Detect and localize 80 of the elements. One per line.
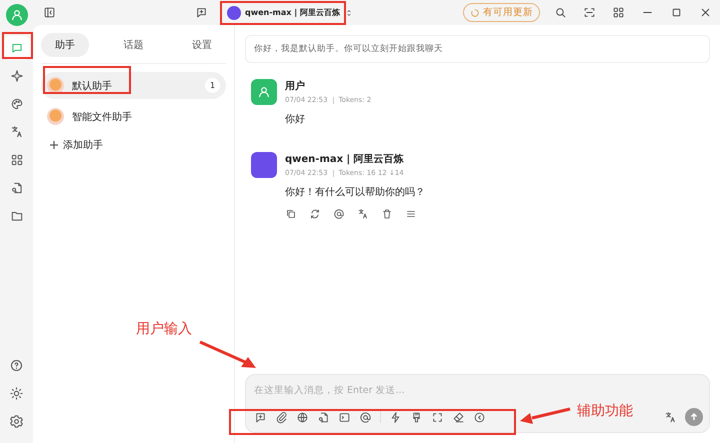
- assistant-item[interactable]: 默认助手 1: [41, 72, 226, 99]
- paperclip-icon: [275, 410, 288, 424]
- spinner-icon: [470, 8, 480, 18]
- highlight-frame: [2, 32, 33, 59]
- user-avatar: [251, 79, 277, 105]
- model-avatar: [251, 152, 277, 178]
- file-search-icon: [317, 410, 330, 424]
- expand-icon: [431, 410, 444, 424]
- file-search-icon: [10, 181, 24, 195]
- add-assistant-button[interactable]: 添加助手: [41, 134, 111, 156]
- message-author: qwen-max | 阿里云百炼: [285, 152, 405, 166]
- message-author: 用户: [285, 79, 306, 93]
- sidebar-toggle-icon: [42, 6, 56, 19]
- input-tool-button[interactable]: [389, 410, 402, 424]
- new-chat-icon: [194, 6, 208, 19]
- translate-icon: [357, 208, 369, 220]
- input-tool-button[interactable]: [317, 410, 330, 424]
- input-tool-button[interactable]: [431, 410, 444, 424]
- translate-button[interactable]: [664, 410, 677, 424]
- maximize-icon: [670, 6, 683, 19]
- assistant-item[interactable]: 智能文件助手: [41, 103, 226, 130]
- message-text: 你好！有什么可以帮助你的吗？: [285, 186, 425, 199]
- annotation-label: 用户输入: [136, 320, 192, 338]
- annotation-arrow: [520, 408, 570, 424]
- grid-icon: [612, 6, 625, 19]
- input-tool-button[interactable]: [452, 410, 465, 424]
- input-tool-button[interactable]: [473, 410, 486, 424]
- message-text: 你好: [285, 113, 306, 126]
- grid-icon: [10, 153, 24, 167]
- tab[interactable]: 助手: [41, 33, 89, 57]
- at-sign-icon: [333, 208, 345, 220]
- at-sign-icon: [359, 410, 372, 424]
- search-icon: [554, 6, 567, 19]
- annotation-label: 辅助功能: [577, 402, 633, 420]
- message-action-button[interactable]: [357, 208, 369, 220]
- copy-icon: [285, 208, 297, 220]
- scan-icon: [583, 6, 596, 19]
- palette-icon: [10, 97, 24, 111]
- model-logo-icon: [227, 6, 241, 20]
- eraser-icon: [452, 410, 465, 424]
- input-tool-button[interactable]: [359, 410, 372, 424]
- chevron-left-icon: [473, 410, 486, 424]
- message-action-button[interactable]: [405, 208, 417, 220]
- refresh-icon: [309, 208, 321, 220]
- globe-icon: [296, 410, 309, 424]
- sparkle-icon: [10, 69, 24, 83]
- tab[interactable]: 话题: [110, 33, 158, 57]
- settings-icon: [9, 414, 24, 428]
- input-tool-button[interactable]: [254, 410, 267, 424]
- input-tool-button[interactable]: [338, 410, 351, 424]
- tab[interactable]: 设置: [178, 33, 226, 57]
- send-button[interactable]: [685, 408, 703, 426]
- topic-count: 1: [205, 78, 220, 93]
- arrow-up-icon: [689, 412, 699, 422]
- message-action-button[interactable]: [285, 208, 297, 220]
- input-tool-button[interactable]: [275, 410, 288, 424]
- input-tool-button[interactable]: [296, 410, 309, 424]
- message-action-button[interactable]: [333, 208, 345, 220]
- sun-icon: [9, 386, 24, 400]
- new-chat-icon: [254, 410, 267, 424]
- system-prompt: 你好，我是默认助手。你可以立刻开始跟我聊天: [245, 35, 710, 63]
- translate-icon: [664, 410, 677, 424]
- model-selector[interactable]: qwen-max | 阿里云百炼: [223, 2, 358, 22]
- message-action-button[interactable]: [309, 208, 321, 220]
- chat-icon: [10, 41, 24, 55]
- translate-icon: [10, 125, 24, 139]
- folder-icon: [10, 209, 24, 223]
- trash-icon: [381, 208, 393, 220]
- terminal-icon: [338, 410, 351, 424]
- emoji-avatar-icon: [47, 108, 64, 125]
- lightning-icon: [389, 410, 402, 424]
- message-field[interactable]: 在这里输入消息，按 Enter 发送...: [254, 383, 703, 398]
- annotation-arrow: [199, 340, 256, 368]
- assistant-name: 智能文件助手: [72, 110, 132, 124]
- assistant-name: 默认助手: [72, 80, 112, 92]
- help-icon: [9, 358, 24, 372]
- plus-icon: [49, 140, 59, 150]
- message-action-button[interactable]: [381, 208, 393, 220]
- close-icon: [699, 6, 712, 19]
- menu-icon: [405, 208, 417, 220]
